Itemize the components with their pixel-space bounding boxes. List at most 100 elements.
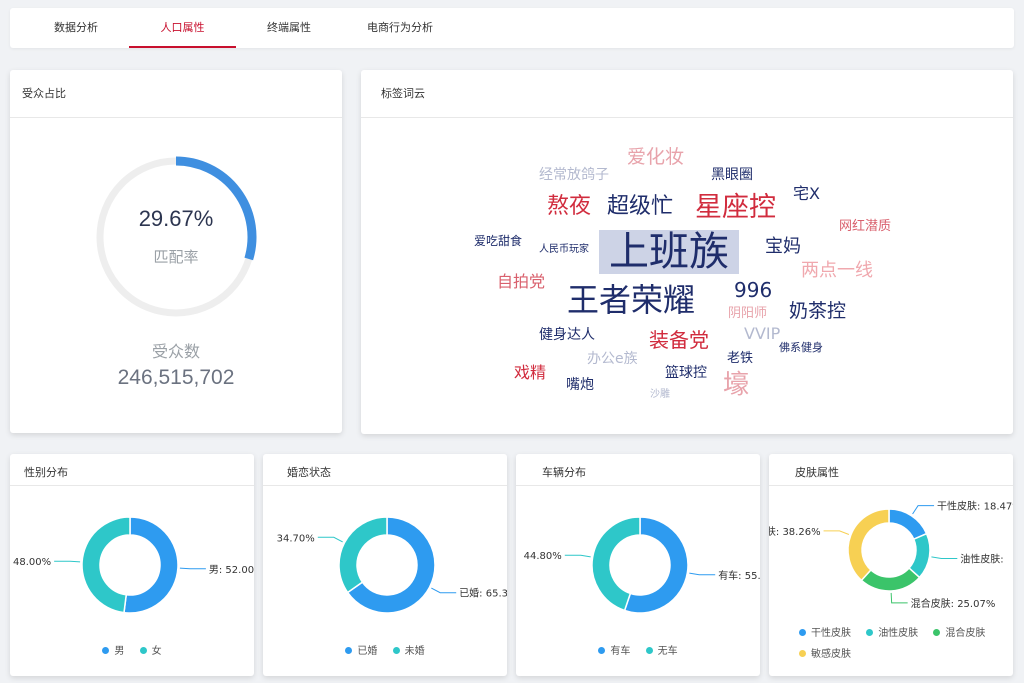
marital-title: 婚恋状态 <box>263 454 507 486</box>
legend-dot <box>866 629 874 636</box>
tag-word: 宅X <box>793 184 820 203</box>
slice-label-line <box>317 536 343 543</box>
gender-donut-chart: 男: 52.00% 女: 48.00% <box>10 516 254 614</box>
slice-label-line <box>689 572 716 576</box>
legend-item-has-car[interactable]: 有车 <box>598 642 630 657</box>
legend-dot <box>799 629 806 636</box>
legend-label: 敏感皮肤 <box>811 649 851 660</box>
legend-dot <box>799 650 806 657</box>
legend-label: 混合皮肤 <box>945 628 986 639</box>
slice-label: 男: 52.00% <box>209 564 254 576</box>
slice-label: 44.80% <box>524 551 562 562</box>
tag-word: 自拍党 <box>497 272 546 291</box>
tag-word: 上班族 <box>599 230 739 274</box>
legend-dot <box>102 647 110 654</box>
legend-dot <box>392 647 400 654</box>
audience-count-label: 受众数 <box>151 342 200 361</box>
tag-word: 装备党 <box>649 328 709 352</box>
gender-card: 性别分布 男: 52.00% 女: 48.00% 男 女 <box>10 454 254 676</box>
tag-word: 佛系健身 <box>779 341 823 354</box>
marital-card: 婚恋状态 已婚: 65.30% 34.70% 已婚 未婚 <box>263 454 507 676</box>
tag-word: 黑眼圈 <box>711 167 753 183</box>
slice-label-line <box>431 587 457 594</box>
tag-word: 戏精 <box>514 363 547 382</box>
tag-word: 办公e族 <box>587 351 638 367</box>
slice-label-line <box>564 554 591 558</box>
legend-label: 已婚 <box>357 646 378 657</box>
donut-slice[interactable] <box>888 508 928 541</box>
tag-word: 壕 <box>723 370 750 400</box>
tag-word: 超级忙 <box>607 194 674 219</box>
gender-title: 性别分布 <box>10 454 254 486</box>
audience-ratio-card: 受众占比 29.67% 匹配率 受众数 246,515,702 <box>10 70 342 433</box>
legend-item-unmarried[interactable]: 未婚 <box>392 642 425 657</box>
tag-word: 阴阳师 <box>728 306 768 321</box>
legend-item-female[interactable]: 女 <box>139 642 162 657</box>
tag-word: 爱吃甜食 <box>474 234 523 248</box>
legend-label: 无车 <box>657 646 678 657</box>
tag-word: 熬夜 <box>547 194 592 219</box>
match-rate-label: 匹配率 <box>153 248 199 266</box>
tab-data-analysis[interactable]: 数据分析 <box>32 8 120 48</box>
donut-slice[interactable] <box>847 508 890 582</box>
skin-card: 皮肤属性 干性皮肤: 18.47% 油性皮肤: 混合皮肤: 25.07% 肤: 38.… <box>769 454 1013 676</box>
tag-word: 996 <box>734 278 773 302</box>
tab-population-attributes[interactable]: 人口属性 <box>129 8 236 48</box>
legend-item-oily-skin[interactable]: 油性皮肤 <box>866 624 918 639</box>
tag-word: 宝妈 <box>765 236 801 257</box>
legend-label: 有车 <box>610 646 631 657</box>
slice-label-line <box>890 592 908 604</box>
tag-word: 爱化妆 <box>627 146 685 168</box>
tag-word: 网红潜质 <box>839 219 892 234</box>
tag-cloud-title: 标签词云 <box>361 70 1013 118</box>
slice-label: 34.70% <box>277 533 315 544</box>
tag-word: 两点一线 <box>801 260 873 281</box>
skin-donut-chart: 干性皮肤: 18.47% 油性皮肤: 混合皮肤: 25.07% 肤: 38.26% <box>769 500 1013 610</box>
legend-label: 油性皮肤 <box>878 628 919 639</box>
tag-word: 沙雕 <box>650 389 670 400</box>
tag-word: 王者荣耀 <box>567 281 696 319</box>
legend-item-dry-skin[interactable]: 干性皮肤 <box>799 624 851 639</box>
tag-word: 奶茶控 <box>789 300 847 322</box>
audience-ratio-title: 受众占比 <box>10 70 342 118</box>
slice-label: 肤: 38.26% <box>769 525 821 538</box>
marital-legend: 已婚 未婚 <box>263 642 507 657</box>
donut-slice[interactable] <box>81 516 131 614</box>
legend-label: 未婚 <box>404 646 425 657</box>
legend-item-sensitive-skin[interactable]: 敏感皮肤 <box>799 645 851 660</box>
slice-label-line <box>931 556 958 560</box>
legend-dot <box>645 647 653 654</box>
donut-slice[interactable] <box>123 516 179 614</box>
tag-word: 星座控 <box>695 192 776 223</box>
tag-word: 人民币玩家 <box>539 244 589 255</box>
slice-label-line <box>912 505 935 515</box>
legend-item-combination-skin[interactable]: 混合皮肤 <box>933 624 985 639</box>
legend-label: 男 <box>114 646 125 657</box>
tag-cloud-card: 标签词云 爱化妆 经常放鸽子 黑眼圈 宅X 熬夜 超级忙 星座控 网红潜质 爱吃甜食 人民币玩家上… <box>361 70 1013 434</box>
vehicle-donut-chart: 有车: 55.20% 44.80% <box>524 516 760 614</box>
slice-label: 有车: 55.20% <box>718 569 760 582</box>
legend-item-married[interactable]: 已婚 <box>345 642 377 657</box>
legend-label: 干性皮肤 <box>811 628 851 639</box>
tag-word: VVIP <box>744 324 781 343</box>
skin-legend: 干性皮肤 油性皮肤 混合皮肤 敏感皮肤 <box>799 624 1009 666</box>
skin-title: 皮肤属性 <box>769 454 1013 486</box>
tag-word: 健身达人 <box>539 327 595 343</box>
slice-label-line <box>823 530 850 535</box>
gender-legend: 男 女 <box>10 642 254 657</box>
legend-label: 女 <box>151 646 162 657</box>
tag-word: 老铁 <box>727 351 754 366</box>
audience-count-value: 246,515,702 <box>117 366 235 389</box>
legend-item-male[interactable]: 男 <box>102 642 124 657</box>
tab-terminal-attributes[interactable]: 终端属性 <box>246 8 332 48</box>
vehicle-legend: 有车 无车 <box>516 642 760 657</box>
legend-dot <box>598 647 606 654</box>
slice-label: 女: 48.00% <box>10 555 51 568</box>
slice-label: 干性皮肤: 18.47% <box>937 500 1013 513</box>
donut-slice[interactable] <box>338 516 388 594</box>
legend-item-no-car[interactable]: 无车 <box>645 642 678 657</box>
tab-ecommerce-behavior[interactable]: 电商行为分析 <box>350 8 450 48</box>
legend-dot <box>933 629 941 636</box>
match-rate-gauge <box>96 156 257 317</box>
vehicle-title: 车辆分布 <box>516 454 760 486</box>
